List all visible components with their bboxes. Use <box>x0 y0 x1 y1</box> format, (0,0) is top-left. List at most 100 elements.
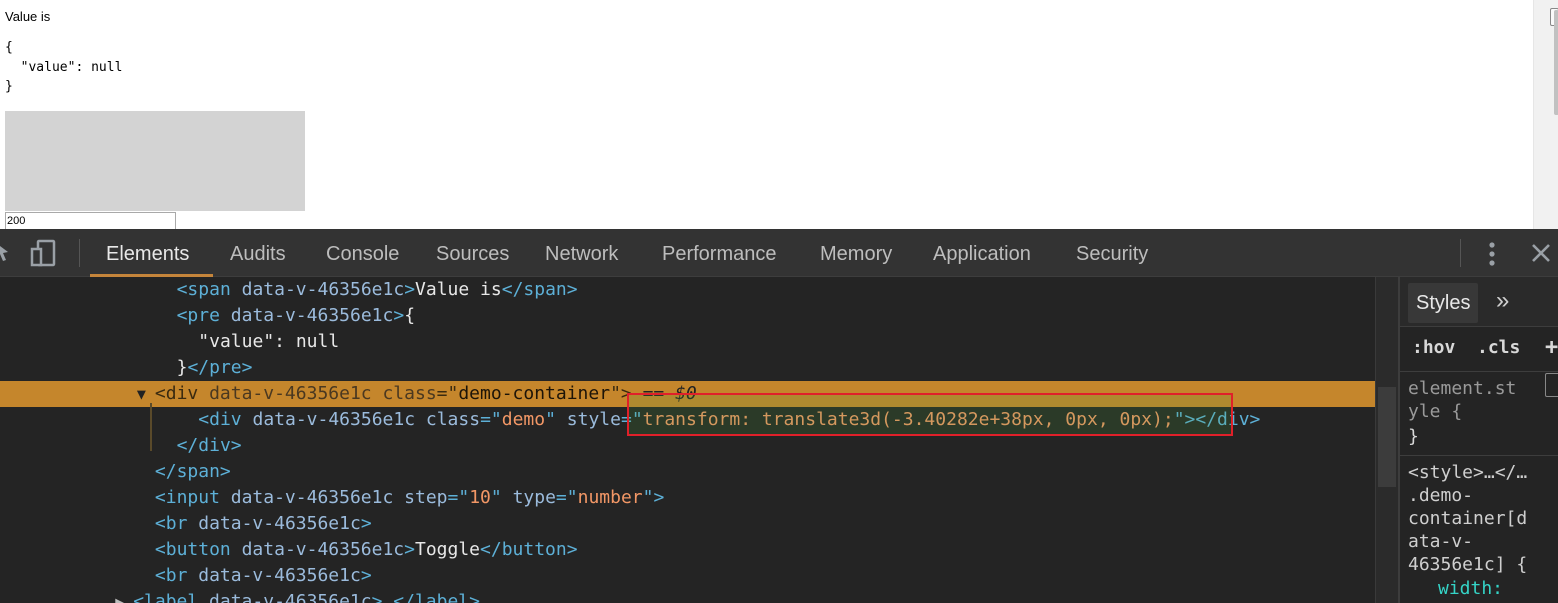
more-tabs-chevron-icon[interactable]: » <box>1496 287 1509 315</box>
code-token: </div> <box>176 435 242 456</box>
devtools-panel: Elements Audits Console Sources Network … <box>0 229 1558 603</box>
code-token: type <box>512 487 556 508</box>
code-token: <br <box>154 565 199 586</box>
code-token: =" <box>480 409 502 430</box>
page-viewport: Value is { "value": null } <box>0 0 1558 229</box>
style-rule-selector[interactable]: .demo- container[d ata-v- 46356e1c] { <box>1408 484 1527 576</box>
demo-container <box>5 111 305 211</box>
styles-header: Styles » <box>1400 277 1558 327</box>
code-token: </span> <box>154 461 231 482</box>
hov-button[interactable]: :hov <box>1412 337 1455 358</box>
style-property-name[interactable]: width: <box>1438 577 1503 600</box>
elements-scrollbar-thumb[interactable] <box>1378 387 1396 487</box>
new-style-rule-button[interactable]: + <box>1545 335 1558 360</box>
dom-node[interactable]: <pre data-v-46356e1c>{ <box>0 303 1375 329</box>
dom-node[interactable]: ▶ <label data-v-46356e1c>…</label> <box>0 589 1375 603</box>
code-token: style <box>566 409 621 430</box>
code-token: <span <box>176 279 242 300</box>
code-token: data-v-46356e1c <box>209 591 372 603</box>
elements-scrollbar[interactable] <box>1375 277 1398 603</box>
code-token: <input <box>154 487 231 508</box>
code-token: <div <box>198 409 253 430</box>
code-token: > <box>404 279 416 300</box>
code-token: >…</label> <box>371 591 480 603</box>
code-token: class <box>425 409 481 430</box>
toolbar-separator <box>1460 239 1461 267</box>
code-token: 10 <box>469 487 491 508</box>
styles-sidebar: Styles » :hov .cls + element.st yle { } … <box>1400 277 1558 603</box>
dom-node[interactable]: </span> <box>0 459 1375 485</box>
tab-network[interactable]: Network <box>545 229 618 277</box>
elements-tree[interactable]: <span data-v-46356e1c>Value is</span> <pr… <box>0 277 1375 603</box>
device-toolbar-icon[interactable] <box>30 239 58 267</box>
code-token: <button <box>154 539 242 560</box>
styles-toolbar: :hov .cls + <box>1400 327 1558 372</box>
code-token: Toggle <box>415 539 481 560</box>
code-token: data-v-46356e1c <box>198 565 361 586</box>
dom-node-text: ▼ <div data-v-46356e1c class="demo-contai… <box>137 381 697 407</box>
number-input[interactable] <box>5 212 176 229</box>
dom-node[interactable]: <br data-v-46356e1c> <box>0 563 1375 589</box>
tab-sources[interactable]: Sources <box>436 229 509 277</box>
style-rule-divider <box>1400 455 1558 456</box>
dom-node[interactable]: }</pre> <box>0 355 1375 381</box>
code-token: data-v-46356e1c <box>230 487 405 508</box>
code-token: number <box>577 487 643 508</box>
element-style-selector[interactable]: element.st yle { <box>1408 377 1516 423</box>
tab-audits[interactable]: Audits <box>230 229 286 277</box>
code-token: <div <box>154 383 210 404</box>
dom-node[interactable]: <input data-v-46356e1c step="10" type="n… <box>0 485 1375 511</box>
code-token: demo <box>501 409 546 430</box>
devtools-tabbar: Elements Audits Console Sources Network … <box>0 229 1558 277</box>
code-token: </button> <box>480 539 578 560</box>
dom-node-text: "value": null <box>198 329 339 355</box>
dom-node[interactable]: </div> <box>0 433 1375 459</box>
toolbar-separator <box>79 239 80 267</box>
dom-node[interactable]: <br data-v-46356e1c> <box>0 511 1375 537</box>
tab-security[interactable]: Security <box>1076 229 1148 277</box>
dom-node[interactable]: "value": null <box>0 329 1375 355</box>
style-rule-source[interactable]: <style>…</… <box>1408 461 1527 484</box>
code-token: > <box>393 305 405 326</box>
dom-node[interactable]: <span data-v-46356e1c>Value is</span> <box>0 277 1375 303</box>
code-token: > <box>360 565 372 586</box>
code-token: data-v-46356e1c <box>252 409 426 430</box>
tab-application[interactable]: Application <box>933 229 1031 277</box>
element-style-close: } <box>1408 426 1419 447</box>
code-token: " <box>545 409 567 430</box>
code-token: <br <box>154 513 199 534</box>
dom-node-text: ▶ <label data-v-46356e1c>…</label> <box>115 589 480 603</box>
tab-elements[interactable]: Elements <box>106 229 189 277</box>
code-token: </span> <box>501 279 578 300</box>
code-token: Value is <box>415 279 502 300</box>
code-token: } <box>176 357 188 378</box>
code-token: data-v-46356e1c <box>209 383 383 404</box>
code-token: <pre <box>176 305 231 326</box>
cls-button[interactable]: .cls <box>1477 337 1520 358</box>
dom-node-text: }</pre> <box>177 355 253 381</box>
code-token: > <box>360 513 372 534</box>
inspect-icon[interactable] <box>0 241 14 263</box>
close-icon[interactable] <box>1530 242 1552 264</box>
tab-styles[interactable]: Styles <box>1408 283 1479 323</box>
dom-node-text: <br data-v-46356e1c> <box>155 511 372 537</box>
dom-node[interactable]: <button data-v-46356e1c>Toggle</button> <box>0 537 1375 563</box>
value-label: Value is <box>5 9 51 24</box>
code-token: demo-container <box>458 383 611 404</box>
collapse-triangle-icon[interactable]: ▼ <box>137 381 146 407</box>
page-scrollbar[interactable] <box>1533 0 1558 229</box>
style-scroll-handle[interactable] <box>1545 373 1558 397</box>
tab-performance[interactable]: Performance <box>662 229 777 277</box>
dom-node-text: </div> <box>177 433 242 459</box>
code-token: data-v-46356e1c <box>230 305 394 326</box>
page-scrollbar-thumb[interactable] <box>1554 10 1558 115</box>
more-vertical-icon[interactable] <box>1485 241 1499 267</box>
code-token: "> <box>642 487 665 508</box>
expand-triangle-icon[interactable]: ▶ <box>115 589 124 603</box>
tab-console[interactable]: Console <box>326 229 399 277</box>
tab-memory[interactable]: Memory <box>820 229 892 277</box>
dom-node-text: <button data-v-46356e1c>Toggle</button> <box>155 537 578 563</box>
code-token: =" <box>555 487 578 508</box>
annotation-highlight-box <box>627 393 1233 436</box>
dom-node-text: <input data-v-46356e1c step="10" type="n… <box>155 485 664 511</box>
